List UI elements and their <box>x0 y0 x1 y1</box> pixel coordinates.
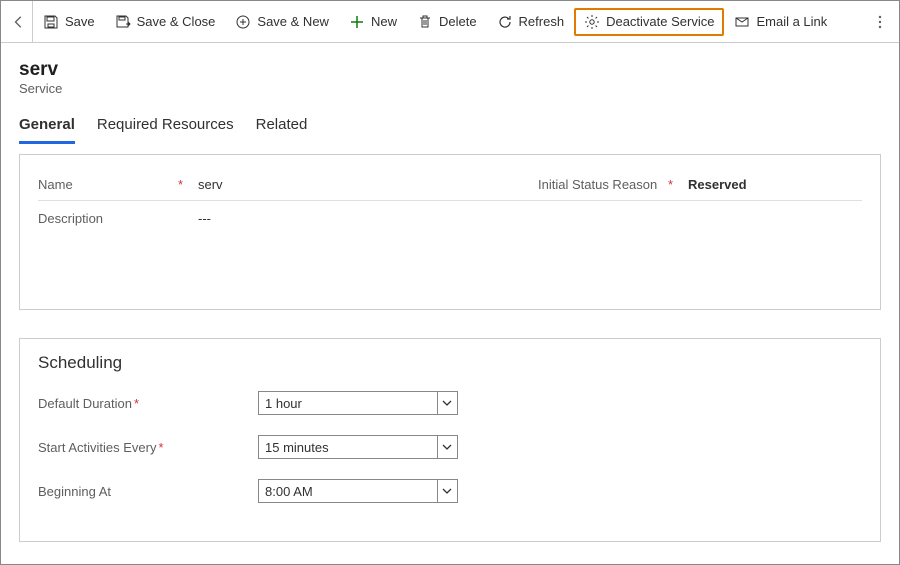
save-button[interactable]: Save <box>33 8 105 36</box>
email-link-label: Email a Link <box>756 14 827 29</box>
start-every-label: Start Activities Every* <box>38 440 238 455</box>
status-label: Initial Status Reason <box>538 177 668 192</box>
required-marker: * <box>178 177 198 192</box>
start-every-value: 15 minutes <box>265 440 329 455</box>
save-label: Save <box>65 14 95 29</box>
chevron-down-icon <box>437 392 455 414</box>
duration-value: 1 hour <box>265 396 302 411</box>
refresh-icon <box>497 14 513 30</box>
save-close-button[interactable]: Save & Close <box>105 8 226 36</box>
name-value[interactable]: serv <box>198 177 438 192</box>
save-new-label: Save & New <box>257 14 329 29</box>
tab-general[interactable]: General <box>19 112 75 144</box>
email-link-button[interactable]: Email a Link <box>724 8 837 36</box>
form-content: Name * serv Initial Status Reason * Rese… <box>1 144 899 542</box>
gear-icon <box>584 14 600 30</box>
duration-label: Default Duration* <box>38 396 238 411</box>
chevron-down-icon <box>437 436 455 458</box>
chevron-left-icon <box>12 15 26 29</box>
refresh-button[interactable]: Refresh <box>487 8 575 36</box>
description-label: Description <box>38 211 178 226</box>
form-tabs: General Required Resources Related <box>1 102 899 144</box>
duration-select[interactable]: 1 hour <box>258 391 458 415</box>
record-title: serv <box>19 59 881 81</box>
required-marker: * <box>668 177 688 192</box>
more-vertical-icon <box>872 14 888 30</box>
deactivate-service-button[interactable]: Deactivate Service <box>574 8 724 36</box>
plus-icon <box>349 14 365 30</box>
save-icon <box>43 14 59 30</box>
save-new-icon <box>235 14 251 30</box>
chevron-down-icon <box>437 480 455 502</box>
save-new-button[interactable]: Save & New <box>225 8 339 36</box>
required-marker: * <box>158 440 163 455</box>
new-button[interactable]: New <box>339 8 407 36</box>
save-close-label: Save & Close <box>137 14 216 29</box>
general-section: Name * serv Initial Status Reason * Rese… <box>19 154 881 310</box>
beginning-at-label: Beginning At <box>38 484 238 499</box>
name-label: Name <box>38 177 178 192</box>
field-row-description: Description --- <box>38 201 862 291</box>
tab-related[interactable]: Related <box>256 112 308 144</box>
new-label: New <box>371 14 397 29</box>
entity-type-label: Service <box>19 81 881 96</box>
beginning-at-value: 8:00 AM <box>265 484 313 499</box>
field-row-beginning-at: Beginning At 8:00 AM <box>38 479 862 503</box>
tab-required-resources[interactable]: Required Resources <box>97 112 234 144</box>
beginning-at-select[interactable]: 8:00 AM <box>258 479 458 503</box>
back-button[interactable] <box>5 1 33 43</box>
save-close-icon <box>115 14 131 30</box>
refresh-label: Refresh <box>519 14 565 29</box>
record-header: serv Service <box>1 43 899 102</box>
required-marker: * <box>134 396 139 411</box>
description-value[interactable]: --- <box>198 211 438 226</box>
start-every-select[interactable]: 15 minutes <box>258 435 458 459</box>
email-icon <box>734 14 750 30</box>
delete-label: Delete <box>439 14 477 29</box>
scheduling-section: Scheduling Default Duration* 1 hour Star… <box>19 338 881 542</box>
field-row-duration: Default Duration* 1 hour <box>38 391 862 415</box>
deactivate-label: Deactivate Service <box>606 14 714 29</box>
command-bar: Save Save & Close Save & New New Delete … <box>1 1 899 43</box>
delete-button[interactable]: Delete <box>407 8 487 36</box>
overflow-button[interactable] <box>865 1 895 43</box>
trash-icon <box>417 14 433 30</box>
scheduling-heading: Scheduling <box>38 353 862 373</box>
field-row-name-status: Name * serv Initial Status Reason * Rese… <box>38 169 862 201</box>
status-value[interactable]: Reserved <box>688 177 848 192</box>
field-row-start-every: Start Activities Every* 15 minutes <box>38 435 862 459</box>
